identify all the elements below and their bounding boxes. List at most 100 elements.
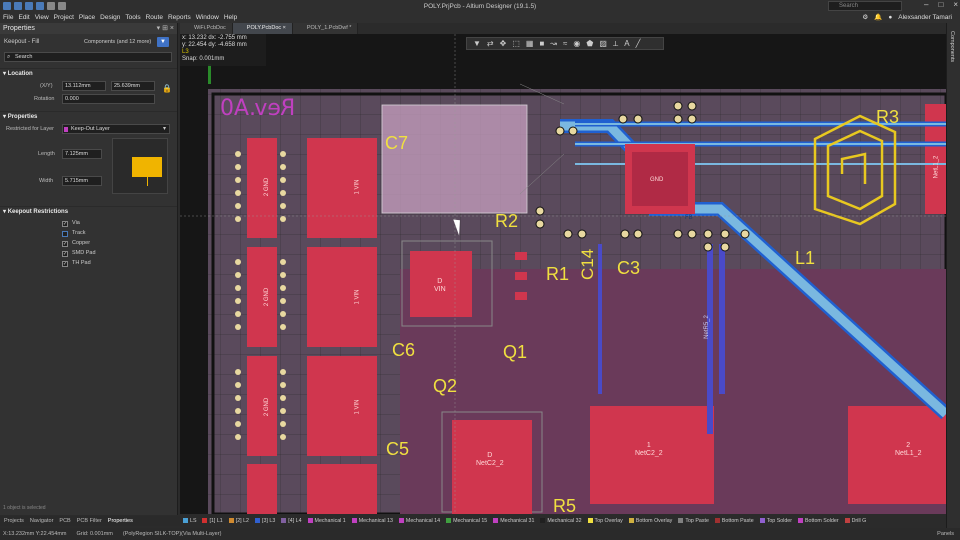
restricted-layer-select[interactable]: Keep-Out Layer	[62, 124, 170, 134]
location-section-header[interactable]: ▾ Location	[0, 68, 177, 79]
menu-place[interactable]: Place	[79, 14, 95, 21]
menu-design[interactable]: Design	[100, 14, 120, 21]
layer-tab[interactable]: [2] L2	[228, 518, 249, 524]
pcb-canvas[interactable]: Rev.A0 C7 R2 R1 C14 C3 R3 L1 C6 Q1 Q2 C5…	[180, 34, 946, 514]
keepout-icon[interactable]: ▨	[599, 39, 607, 48]
search-icon: ⌕	[7, 54, 11, 60]
maximize-button[interactable]: □	[938, 0, 943, 9]
trace-label-fb: FB	[685, 215, 693, 221]
text-icon[interactable]: A	[624, 39, 629, 48]
layer-tab[interactable]: Drill G	[844, 518, 866, 524]
y-field[interactable]: 25.639mm	[111, 81, 155, 91]
panel-controls[interactable]: ▾ ⊞ ×	[157, 23, 174, 34]
dimension-icon[interactable]: ⟂	[613, 39, 618, 49]
tab-pcb-filter[interactable]: PCB Filter	[77, 518, 102, 524]
layer-tab[interactable]: Mechanical 31	[493, 518, 534, 524]
polygon-icon[interactable]: ⬟	[586, 39, 593, 48]
tab-pcb[interactable]: PCB	[59, 518, 70, 524]
document-tabs: WiFi.PcbDoc POLY.PcbDoc × POLY_1.PcbDwf …	[180, 23, 946, 34]
menu-route[interactable]: Route	[146, 14, 163, 21]
filter-icon[interactable]: ▼	[473, 39, 481, 48]
undo-icon[interactable]	[47, 2, 55, 10]
keepout-section-header[interactable]: ▾ Keepout Restrictions	[0, 206, 177, 217]
silk-q2: Q2	[433, 376, 458, 396]
properties-section-header[interactable]: ▾ Properties	[0, 111, 177, 122]
trace-label-netr5: NetR5_2	[703, 315, 710, 339]
layer-tab[interactable]: [3] L3	[255, 518, 275, 524]
redo-icon[interactable]	[58, 2, 66, 10]
checkbox-via[interactable]: ✓	[62, 221, 68, 227]
layer-color-swatch	[587, 518, 593, 524]
pad-label-2: 2 GND	[264, 177, 271, 197]
checkbox-track[interactable]	[62, 231, 68, 237]
fill-preview-shape	[132, 157, 162, 177]
move-icon[interactable]: ✥	[500, 39, 507, 48]
layer-tab[interactable]: Mechanical 14	[398, 518, 440, 524]
layer-tab[interactable]: Bottom Overlay	[628, 518, 672, 524]
interactive-route-icon[interactable]: ↝	[550, 39, 557, 48]
layer-tab[interactable]: [1] L1	[202, 518, 223, 524]
rotation-field[interactable]: 0.000	[62, 94, 155, 104]
doc-tab-poly[interactable]: POLY.PcbDoc ×	[232, 23, 293, 34]
menu-help[interactable]: Help	[224, 14, 237, 21]
width-field[interactable]: 5.715mm	[62, 176, 102, 186]
layer-tab[interactable]: LS	[183, 518, 196, 524]
length-field[interactable]: 7.125mm	[62, 149, 102, 159]
doc-tab-wifi[interactable]: WiFi.PcbDoc	[180, 23, 233, 34]
save-all-icon[interactable]	[25, 2, 33, 10]
layer-tab[interactable]: Mechanical 15	[446, 518, 487, 524]
route-icon[interactable]: ⇄	[487, 39, 494, 48]
layer-tab[interactable]: Mechanical 32	[540, 518, 582, 524]
place-fill-icon[interactable]: ■	[539, 39, 544, 48]
object-type: Keepout - Fill	[4, 39, 40, 45]
checkbox-th-pad[interactable]: ✓	[62, 261, 68, 267]
user-name[interactable]: Alexsander Tamari	[898, 14, 952, 21]
diff-pair-icon[interactable]: ≈	[563, 39, 567, 48]
layer-tab[interactable]: Top Overlay	[587, 518, 623, 524]
tab-projects[interactable]: Projects	[4, 518, 24, 524]
layer-tab[interactable]: [4] L4	[281, 518, 302, 524]
status-bar: X:13.232mm Y:22.454mm Grid: 0.001mm (Pol…	[0, 528, 960, 540]
tab-navigator[interactable]: Navigator	[30, 518, 54, 524]
global-search-input[interactable]: Search	[828, 1, 902, 11]
menu-project[interactable]: Project	[54, 14, 74, 21]
align-icon[interactable]: ▦	[526, 39, 534, 48]
panel-search-input[interactable]: Search	[4, 52, 172, 62]
gear-icon[interactable]: ⚙	[862, 13, 868, 21]
menu-reports[interactable]: Reports	[168, 14, 191, 21]
open-icon[interactable]	[36, 2, 44, 10]
menu-tools[interactable]: Tools	[125, 14, 140, 21]
menu-view[interactable]: View	[35, 14, 49, 21]
keepout-fill-selected[interactable]	[381, 104, 528, 214]
doc-tab-poly-dwf[interactable]: POLY_1.PcbDwf *	[292, 23, 359, 34]
checkbox-smd-pad[interactable]: ✓	[62, 251, 68, 257]
layer-tab[interactable]: Mechanical 1	[307, 518, 346, 524]
components-panel-tab[interactable]: Components	[949, 31, 955, 62]
via-icon[interactable]: ◉	[573, 39, 580, 48]
silk-r5: R5	[553, 496, 577, 514]
minimize-button[interactable]: –	[924, 0, 928, 9]
layer-tab[interactable]: Top Paste	[678, 518, 709, 524]
line-icon[interactable]: ╱	[636, 39, 641, 48]
select-icon[interactable]: ⬚	[512, 39, 520, 48]
layer-tab[interactable]: Bottom Paste	[714, 518, 754, 524]
bell-icon[interactable]: 🔔	[874, 13, 882, 21]
menu-edit[interactable]: Edit	[18, 14, 29, 21]
filter-icon[interactable]: ▼	[157, 37, 169, 47]
layer-tab[interactable]: Mechanical 13	[351, 518, 393, 524]
status-hover: (PolyRegion SILK-TOP)(Via Multi-Layer)	[122, 531, 222, 537]
user-icon[interactable]: ●	[888, 14, 892, 21]
layer-tab[interactable]: Bottom Solder	[798, 518, 839, 524]
chevron-down-icon[interactable]: ▾	[163, 122, 166, 136]
tab-properties[interactable]: Properties	[108, 518, 133, 524]
menu-file[interactable]: File	[3, 14, 13, 21]
panels-button[interactable]: Panels	[937, 531, 954, 537]
close-button[interactable]: ×	[953, 0, 958, 9]
x-field[interactable]: 13.112mm	[62, 81, 106, 91]
layer-tab[interactable]: Top Solder	[759, 518, 792, 524]
layer-color-swatch	[678, 518, 684, 524]
menu-window[interactable]: Window	[196, 14, 219, 21]
silk-c14: C14	[578, 248, 597, 280]
checkbox-copper[interactable]: ✓	[62, 241, 68, 247]
save-icon[interactable]	[14, 2, 22, 10]
